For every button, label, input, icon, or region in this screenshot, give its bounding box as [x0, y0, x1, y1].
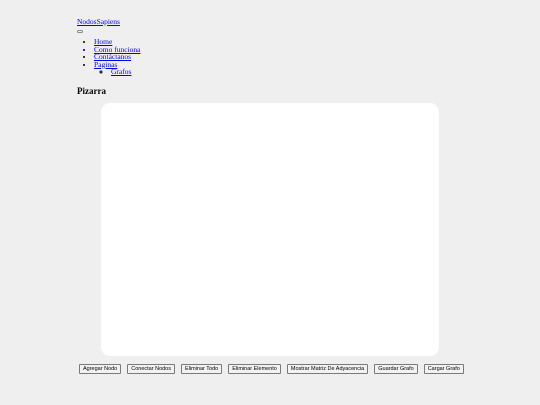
- show-adjacency-matrix-button[interactable]: Mostrar Matriz De Adyacencia: [286, 364, 369, 374]
- connect-nodes-button[interactable]: Conectar Nodos: [127, 364, 175, 374]
- delete-all-button[interactable]: Eliminar Todo: [181, 364, 223, 374]
- nav-link-grafos[interactable]: Grafos: [111, 67, 131, 76]
- nav-menu: Home Como funciona Contáctanos Paginas G…: [86, 38, 140, 76]
- nav-submenu-paginas: Grafos: [94, 68, 140, 76]
- add-node-button[interactable]: Agregar Nodo: [79, 364, 122, 374]
- page: NodosSapiens Home Como funciona Contácta…: [0, 0, 540, 405]
- nav-item-paginas: Paginas Grafos: [94, 60, 140, 76]
- save-graph-button[interactable]: Guardar Grafo: [374, 364, 418, 374]
- brand-link[interactable]: NodosSapiens: [77, 17, 120, 26]
- nav-subitem-grafos: Grafos: [111, 68, 140, 76]
- navbar-toggler-button[interactable]: [77, 30, 83, 33]
- delete-element-button[interactable]: Eliminar Elemento: [228, 364, 281, 374]
- whiteboard-canvas[interactable]: [101, 103, 439, 356]
- page-title: Pizarra: [77, 86, 106, 96]
- graph-toolbar: Agregar Nodo Conectar Nodos Eliminar Tod…: [79, 364, 464, 374]
- load-graph-button[interactable]: Cargar Grafo: [423, 364, 464, 374]
